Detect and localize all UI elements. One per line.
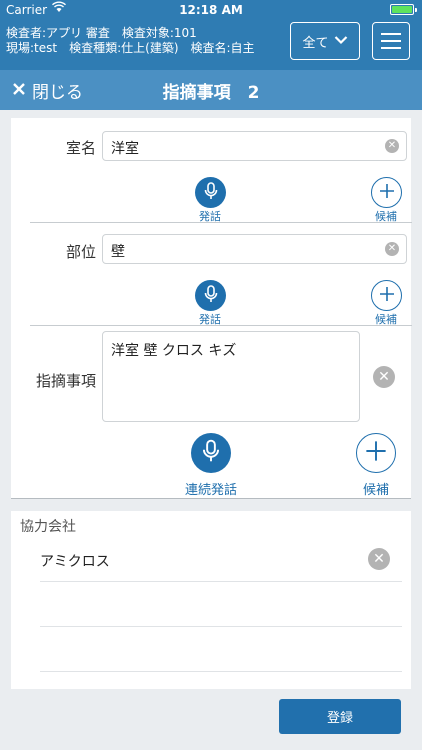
app-header: Carrier 12:18 AM 検査者:アプリ 審査 検査対象:101 現場:… xyxy=(0,0,422,70)
inspection-info: 検査者:アプリ 審査 検査対象:101 現場:test 検査種類:仕上(建築) … xyxy=(6,26,255,56)
continuous-speak-label: 連続発話 xyxy=(184,483,237,498)
part-label: 部位 xyxy=(65,243,96,261)
info-line-2: 現場:test 検査種類:仕上(建築) 検査名:自主 xyxy=(6,41,255,55)
candidate-button[interactable] xyxy=(356,433,396,473)
register-label: 登録 xyxy=(326,711,353,726)
page-title: 指摘事項 2 xyxy=(162,83,260,103)
candidate-button[interactable] xyxy=(371,280,402,311)
room-input[interactable]: 洋室 ✕ xyxy=(102,131,407,161)
divider xyxy=(30,325,412,326)
menu-button[interactable] xyxy=(372,22,410,60)
issue-label: 指摘事項 xyxy=(35,372,96,390)
part-input[interactable]: 壁 ✕ xyxy=(102,234,407,264)
partner-section xyxy=(11,511,411,689)
room-value: 洋室 xyxy=(111,141,139,157)
partner-value[interactable]: アミクロス xyxy=(40,551,110,571)
issue-textarea[interactable]: 洋室 壁 クロス キズ xyxy=(102,331,360,422)
room-label: 室名 xyxy=(65,139,96,157)
plus-icon xyxy=(379,183,395,203)
speak-button[interactable] xyxy=(195,177,226,208)
divider xyxy=(11,498,411,499)
nav-bar: 閉じる 指摘事項 2 xyxy=(0,70,422,110)
list-divider xyxy=(40,626,402,627)
chevron-down-icon xyxy=(334,34,348,49)
clear-icon[interactable]: ✕ xyxy=(385,242,399,256)
candidate-label: 候補 xyxy=(362,483,389,498)
list-divider xyxy=(40,671,402,672)
filter-dropdown[interactable]: 全て xyxy=(290,22,360,60)
microphone-icon xyxy=(204,284,218,307)
clock: 12:18 AM xyxy=(179,3,243,17)
plus-icon xyxy=(365,440,387,466)
microphone-icon xyxy=(202,439,220,467)
hamburger-icon xyxy=(381,33,401,35)
info-line-1: 検査者:アプリ 審査 検査対象:101 xyxy=(6,26,197,40)
candidate-button[interactable] xyxy=(371,177,402,208)
list-divider xyxy=(40,581,402,582)
divider xyxy=(30,222,412,223)
status-bar: Carrier 12:18 AM xyxy=(0,0,422,20)
register-button[interactable]: 登録 xyxy=(279,699,401,734)
battery-icon xyxy=(390,4,417,15)
plus-icon xyxy=(379,286,395,306)
issue-value: 洋室 壁 クロス キズ xyxy=(111,343,237,359)
clear-icon[interactable]: ✕ xyxy=(373,366,395,388)
partner-section-title: 協力会社 xyxy=(20,519,76,535)
continuous-speak-button[interactable] xyxy=(191,433,231,473)
microphone-icon xyxy=(204,181,218,204)
part-value: 壁 xyxy=(111,244,125,260)
filter-label: 全て xyxy=(302,35,329,51)
speak-button[interactable] xyxy=(195,280,226,311)
clear-icon[interactable]: ✕ xyxy=(368,548,390,570)
clear-icon[interactable]: ✕ xyxy=(385,139,399,153)
